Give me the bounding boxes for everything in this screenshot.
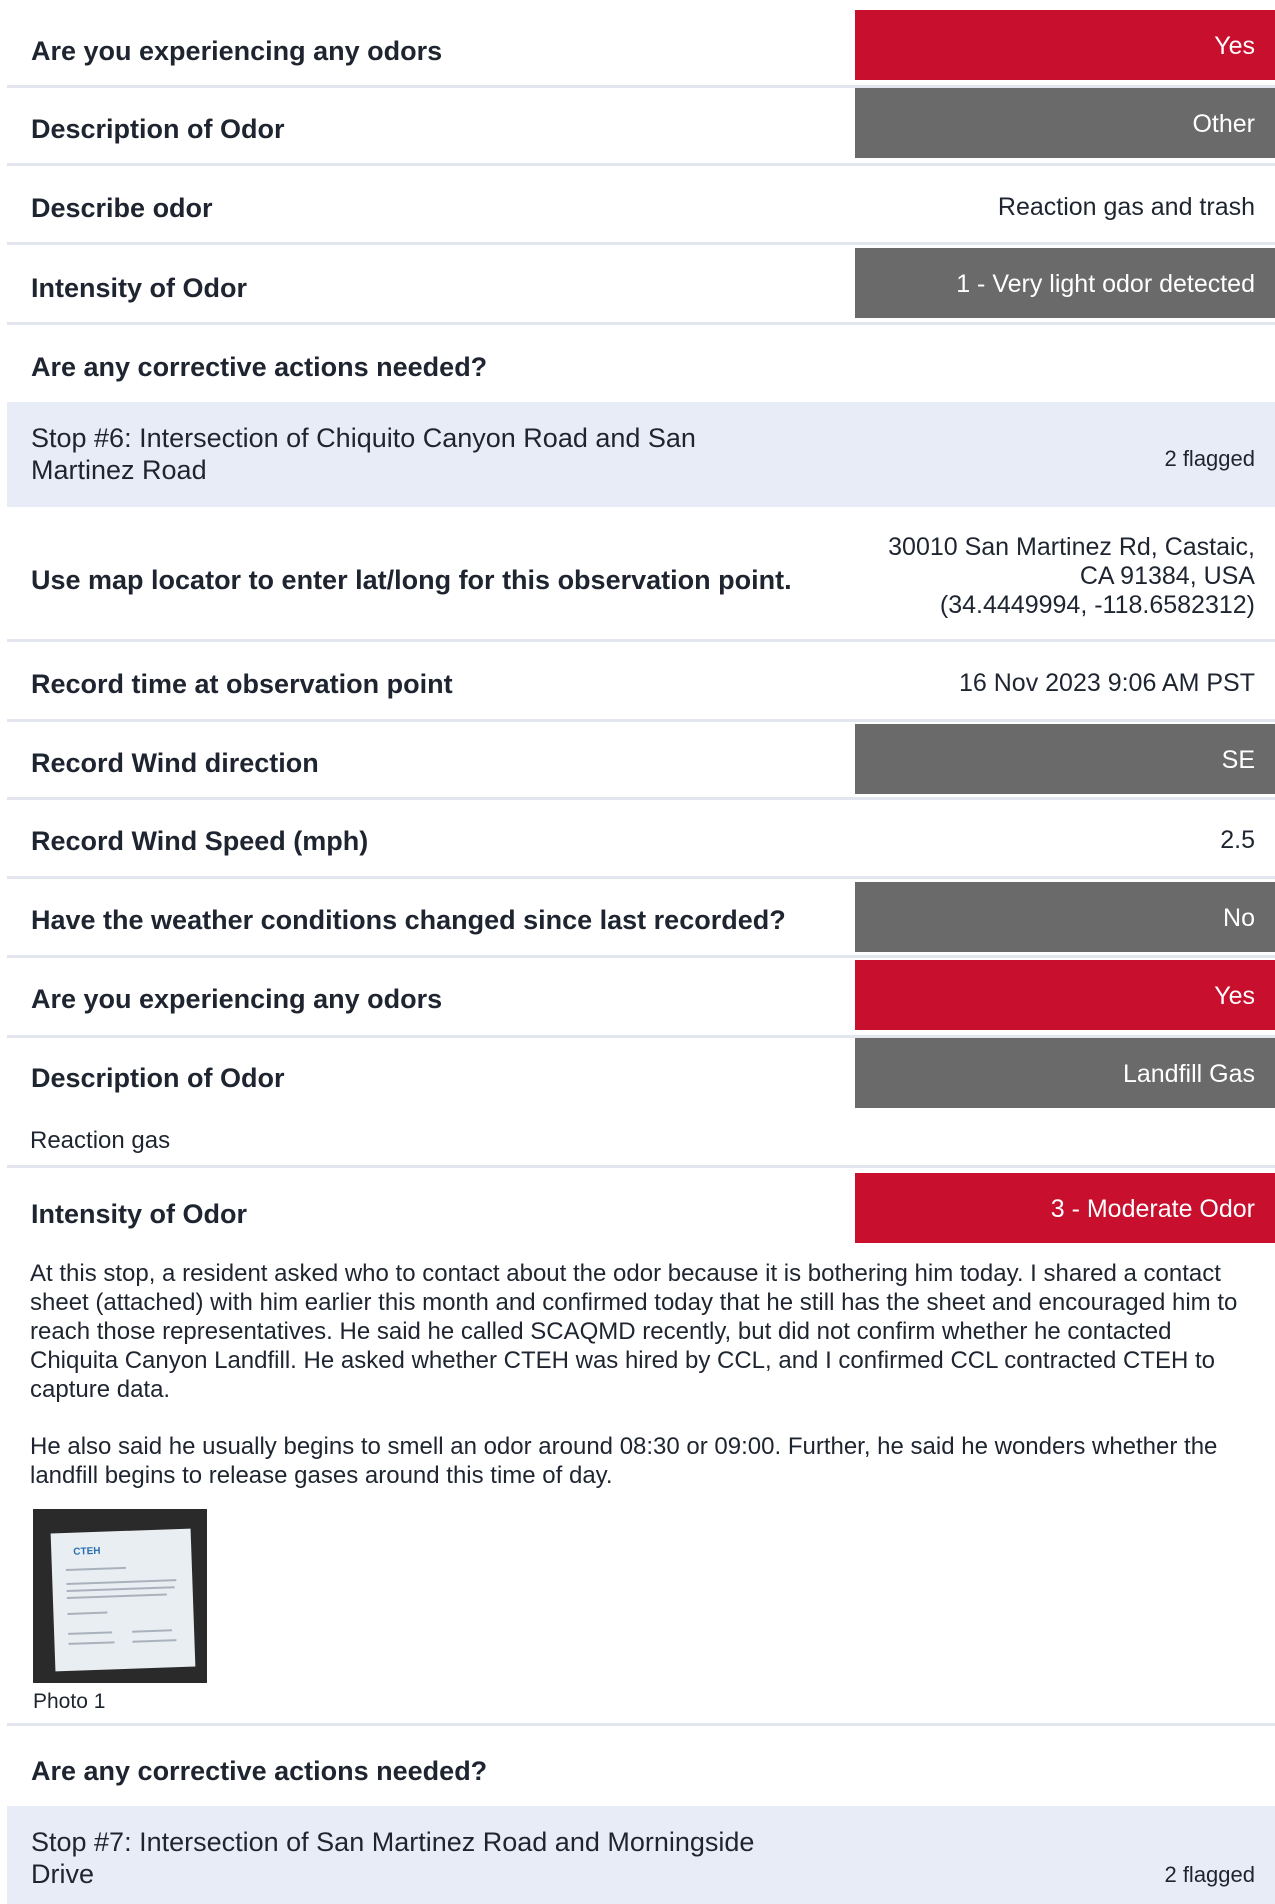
divider [7, 1165, 1275, 1168]
odor-note: Reaction gas [30, 1127, 171, 1154]
row-time: Record time at observation point 16 Nov … [7, 642, 1275, 722]
answer-badge: 3 - Moderate Odor [855, 1173, 1275, 1243]
row-corrective-1: Are any corrective actions needed? [7, 326, 1275, 400]
stop-title: Stop #7: Intersection of San Martinez Ro… [31, 1827, 755, 1889]
question-label: Description of Odor [31, 114, 285, 144]
flagged-count: 2 flagged [1164, 1862, 1255, 1887]
question-label: Description of Odor [31, 1063, 285, 1093]
coordinates: (34.4449994, -118.6582312) [939, 591, 1255, 619]
answer-badge: Yes [855, 10, 1275, 80]
question-label: Describe odor [31, 193, 213, 223]
question-label: Record Wind Speed (mph) [31, 826, 369, 856]
answer-badge: Landfill Gas [855, 1038, 1275, 1108]
answer-badge: Yes [855, 960, 1275, 1030]
answer-value: Reaction gas and trash [997, 193, 1255, 221]
question-label: Record time at observation point [31, 669, 453, 699]
question-label: Are you experiencing any odors [31, 36, 443, 66]
inspection-report: Are you experiencing any odors Yes Descr… [0, 0, 1275, 1904]
row-weather-changed: Have the weather conditions changed sinc… [7, 882, 1275, 958]
photo-thumbnail[interactable]: CTEH [33, 1509, 207, 1683]
question-label: Intensity of Odor [31, 1199, 247, 1229]
answer-badge: 1 - Very light odor detected [855, 248, 1275, 318]
row-intensity-2: Intensity of Odor 3 - Moderate Odor [7, 1173, 1275, 1243]
answer-value: 16 Nov 2023 9:06 AM PST [958, 669, 1255, 697]
row-odors-1: Are you experiencing any odors Yes [7, 10, 1275, 88]
observation-note-2: He also said he usually begins to smell … [30, 1433, 1218, 1489]
stop-header-7[interactable]: Stop #7: Intersection of San Martinez Ro… [7, 1806, 1275, 1904]
answer-value: 2.5 [1220, 826, 1255, 854]
row-description-2: Description of Odor Landfill Gas [7, 1038, 1275, 1110]
observation-note-1: At this stop, a resident asked who to co… [30, 1260, 1238, 1403]
row-wind-speed: Record Wind Speed (mph) 2.5 [7, 800, 1275, 879]
question-label: Record Wind direction [31, 748, 319, 778]
row-corrective-2: Are any corrective actions needed? [7, 1730, 1275, 1804]
row-description-1: Description of Odor Other [7, 88, 1275, 166]
contact-sheet-image: CTEH [50, 1528, 196, 1672]
flagged-count: 2 flagged [1164, 446, 1255, 471]
stop-header-6[interactable]: Stop #6: Intersection of Chiquito Canyon… [7, 402, 1275, 507]
question-label: Are any corrective actions needed? [31, 352, 488, 382]
answer-badge: No [855, 882, 1275, 952]
stop-title: Stop #6: Intersection of Chiquito Canyon… [31, 423, 696, 485]
address-line-2: CA 91384, USA [1079, 562, 1255, 590]
answer-badge: SE [855, 724, 1275, 794]
question-label: Are you experiencing any odors [31, 984, 443, 1014]
question-label: Have the weather conditions changed sinc… [31, 905, 786, 935]
location-value: 30010 San Martinez Rd, Castaic, CA 91384… [888, 533, 1255, 620]
question-label: Are any corrective actions needed? [31, 1756, 488, 1786]
divider [7, 1723, 1275, 1726]
row-describe-odor: Describe odor Reaction gas and trash [7, 166, 1275, 245]
address-line-1: 30010 San Martinez Rd, Castaic, [888, 533, 1255, 561]
row-odors-2: Are you experiencing any odors Yes [7, 960, 1275, 1038]
row-wind-direction: Record Wind direction SE [7, 724, 1275, 800]
row-location: Use map locator to enter lat/long for th… [7, 525, 1275, 642]
row-intensity-1: Intensity of Odor 1 - Very light odor de… [7, 248, 1275, 325]
question-label: Intensity of Odor [31, 273, 247, 303]
answer-badge: Other [855, 88, 1275, 158]
question-label: Use map locator to enter lat/long for th… [31, 565, 792, 595]
cteh-logo: CTEH [73, 1545, 101, 1558]
photo-caption: Photo 1 [33, 1690, 106, 1713]
